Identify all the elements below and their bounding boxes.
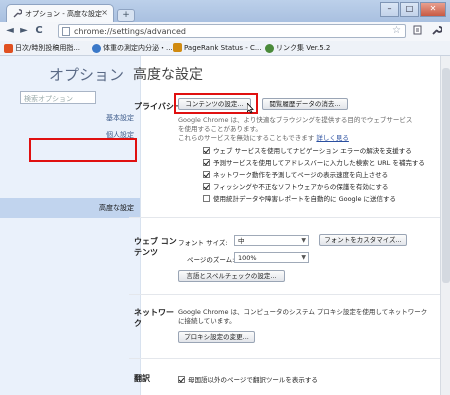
- zoom-select[interactable]: 100% ▼: [234, 252, 309, 263]
- learn-more-link[interactable]: 詳しく見る: [316, 134, 349, 142]
- customize-fonts-button[interactable]: フォントをカスタマイズ...: [319, 234, 407, 246]
- bookmark-item[interactable]: 体重の測定内分泌・...: [92, 43, 173, 53]
- wrench-menu-icon[interactable]: [430, 25, 443, 37]
- new-tab-button[interactable]: +: [117, 9, 135, 22]
- sidebar-item-advanced[interactable]: 高度な設定: [0, 198, 140, 218]
- window-controls: – □ ✕: [380, 2, 446, 17]
- reload-button[interactable]: C: [33, 25, 45, 37]
- sidebar-title: オプション: [48, 66, 124, 84]
- bookmark-favicon-icon: [92, 43, 101, 53]
- page-icon: [62, 27, 70, 36]
- web-content-heading-2: テンツ: [134, 248, 158, 257]
- options-sidebar: オプション 検索オプション 基本設定 個人設定 高度な設定: [0, 56, 141, 395]
- font-size-label: フォント サイズ:: [178, 239, 228, 247]
- tab-close-icon[interactable]: ×: [101, 8, 108, 17]
- minimize-button[interactable]: –: [380, 2, 399, 17]
- checkbox-icon[interactable]: [203, 146, 210, 154]
- checkbox-icon[interactable]: [203, 158, 210, 166]
- checkbox-translate[interactable]: 母国語以外のページで翻訳ツールを表示する: [178, 374, 318, 384]
- navigation-toolbar: ◄ ► C chrome://settings/advanced ☆: [0, 22, 450, 42]
- dropdown-arrow-icon: ▼: [301, 254, 306, 261]
- bookmark-item[interactable]: 日次/時別投稿用指...: [4, 43, 80, 53]
- network-heading-2: ク: [134, 319, 142, 328]
- privacy-description: Google Chrome は、より快適なブラウジングを提供する目的でウェブサー…: [178, 116, 413, 133]
- checkbox-icon[interactable]: [178, 375, 185, 383]
- checkbox-nav-errors[interactable]: ウェブ サービスを使用してナビゲーション エラーの解決を支援する: [203, 145, 412, 155]
- page-menu-icon[interactable]: [412, 25, 424, 37]
- section-divider: [129, 294, 441, 295]
- url-text: chrome://settings/advanced: [74, 27, 186, 36]
- translate-heading: 翻訳: [134, 374, 150, 383]
- forward-button[interactable]: ►: [18, 25, 30, 37]
- checkbox-icon[interactable]: [203, 182, 210, 190]
- bookmarks-bar: 日次/時別投稿用指... 体重の測定内分泌・... PageRank Statu…: [0, 41, 450, 56]
- sidebar-item-basic[interactable]: 基本設定: [106, 113, 134, 123]
- close-button[interactable]: ✕: [420, 2, 446, 17]
- checkbox-icon[interactable]: [203, 170, 210, 178]
- scrollbar-thumb[interactable]: [442, 68, 450, 283]
- proxy-settings-button[interactable]: プロキシ設定の変更...: [178, 331, 255, 343]
- tab-title: オプション - 高度な設定: [25, 10, 102, 18]
- wrench-icon: [13, 9, 23, 18]
- web-content-heading: ウェブ コン: [134, 237, 177, 246]
- bookmark-star-icon[interactable]: ☆: [392, 25, 401, 36]
- font-size-select[interactable]: 中 ▼: [234, 235, 309, 246]
- bookmark-favicon-icon: [265, 43, 274, 53]
- settings-main: 高度な設定 プライバシー コンテンツの設定... 閲覧履歴データの消去... G…: [129, 56, 441, 395]
- checkbox-phishing-protection[interactable]: フィッシングや不正なソフトウェアからの保護を有効にする: [203, 181, 388, 191]
- highlight-box-content-settings: [174, 93, 258, 114]
- maximize-button[interactable]: □: [400, 2, 419, 17]
- vertical-scrollbar[interactable]: [440, 56, 450, 395]
- bookmark-favicon-icon: [4, 43, 13, 53]
- dropdown-arrow-icon: ▼: [301, 237, 306, 244]
- page-title: 高度な設定: [133, 67, 203, 83]
- checkbox-icon[interactable]: [203, 194, 210, 202]
- search-options-input[interactable]: 検索オプション: [20, 91, 96, 104]
- bookmark-item[interactable]: リンク集 Ver.5.2: [265, 43, 330, 53]
- checkbox-network-prediction[interactable]: ネットワーク動作を予測してページの表示速度を向上させる: [203, 169, 388, 179]
- clear-browsing-data-button[interactable]: 閲覧履歴データの消去...: [262, 98, 348, 110]
- section-divider: [129, 358, 441, 359]
- section-divider: [129, 217, 441, 218]
- title-bar: オプション - 高度な設定 × + – □ ✕: [0, 0, 450, 22]
- network-description: Google Chrome は、コンピュータのシステム プロキシ設定を使用してネ…: [178, 308, 428, 325]
- back-button[interactable]: ◄: [4, 25, 16, 37]
- sidebar-item-label: 高度な設定: [99, 204, 134, 212]
- checkbox-prediction-service[interactable]: 予測サービスを使用してアドレスバーに入力した検索と URL を補完する: [203, 157, 425, 167]
- privacy-description-2: これらのサービスを無効にすることもできます 詳しく見る: [178, 134, 349, 142]
- address-bar[interactable]: chrome://settings/advanced ☆: [58, 24, 406, 38]
- tab-options[interactable]: オプション - 高度な設定 ×: [6, 4, 114, 22]
- language-spellcheck-button[interactable]: 言語とスペルチェックの設定...: [178, 270, 285, 282]
- network-heading: ネットワー: [134, 308, 174, 317]
- checkbox-usage-stats[interactable]: 使用統計データや障害レポートを自動的に Google に送信する: [203, 193, 396, 203]
- bookmark-item[interactable]: PageRank Status - C...: [173, 43, 262, 52]
- highlight-box-sidebar: [29, 138, 137, 162]
- zoom-label: ページのズーム:: [187, 256, 235, 264]
- bookmark-favicon-icon: [173, 43, 182, 52]
